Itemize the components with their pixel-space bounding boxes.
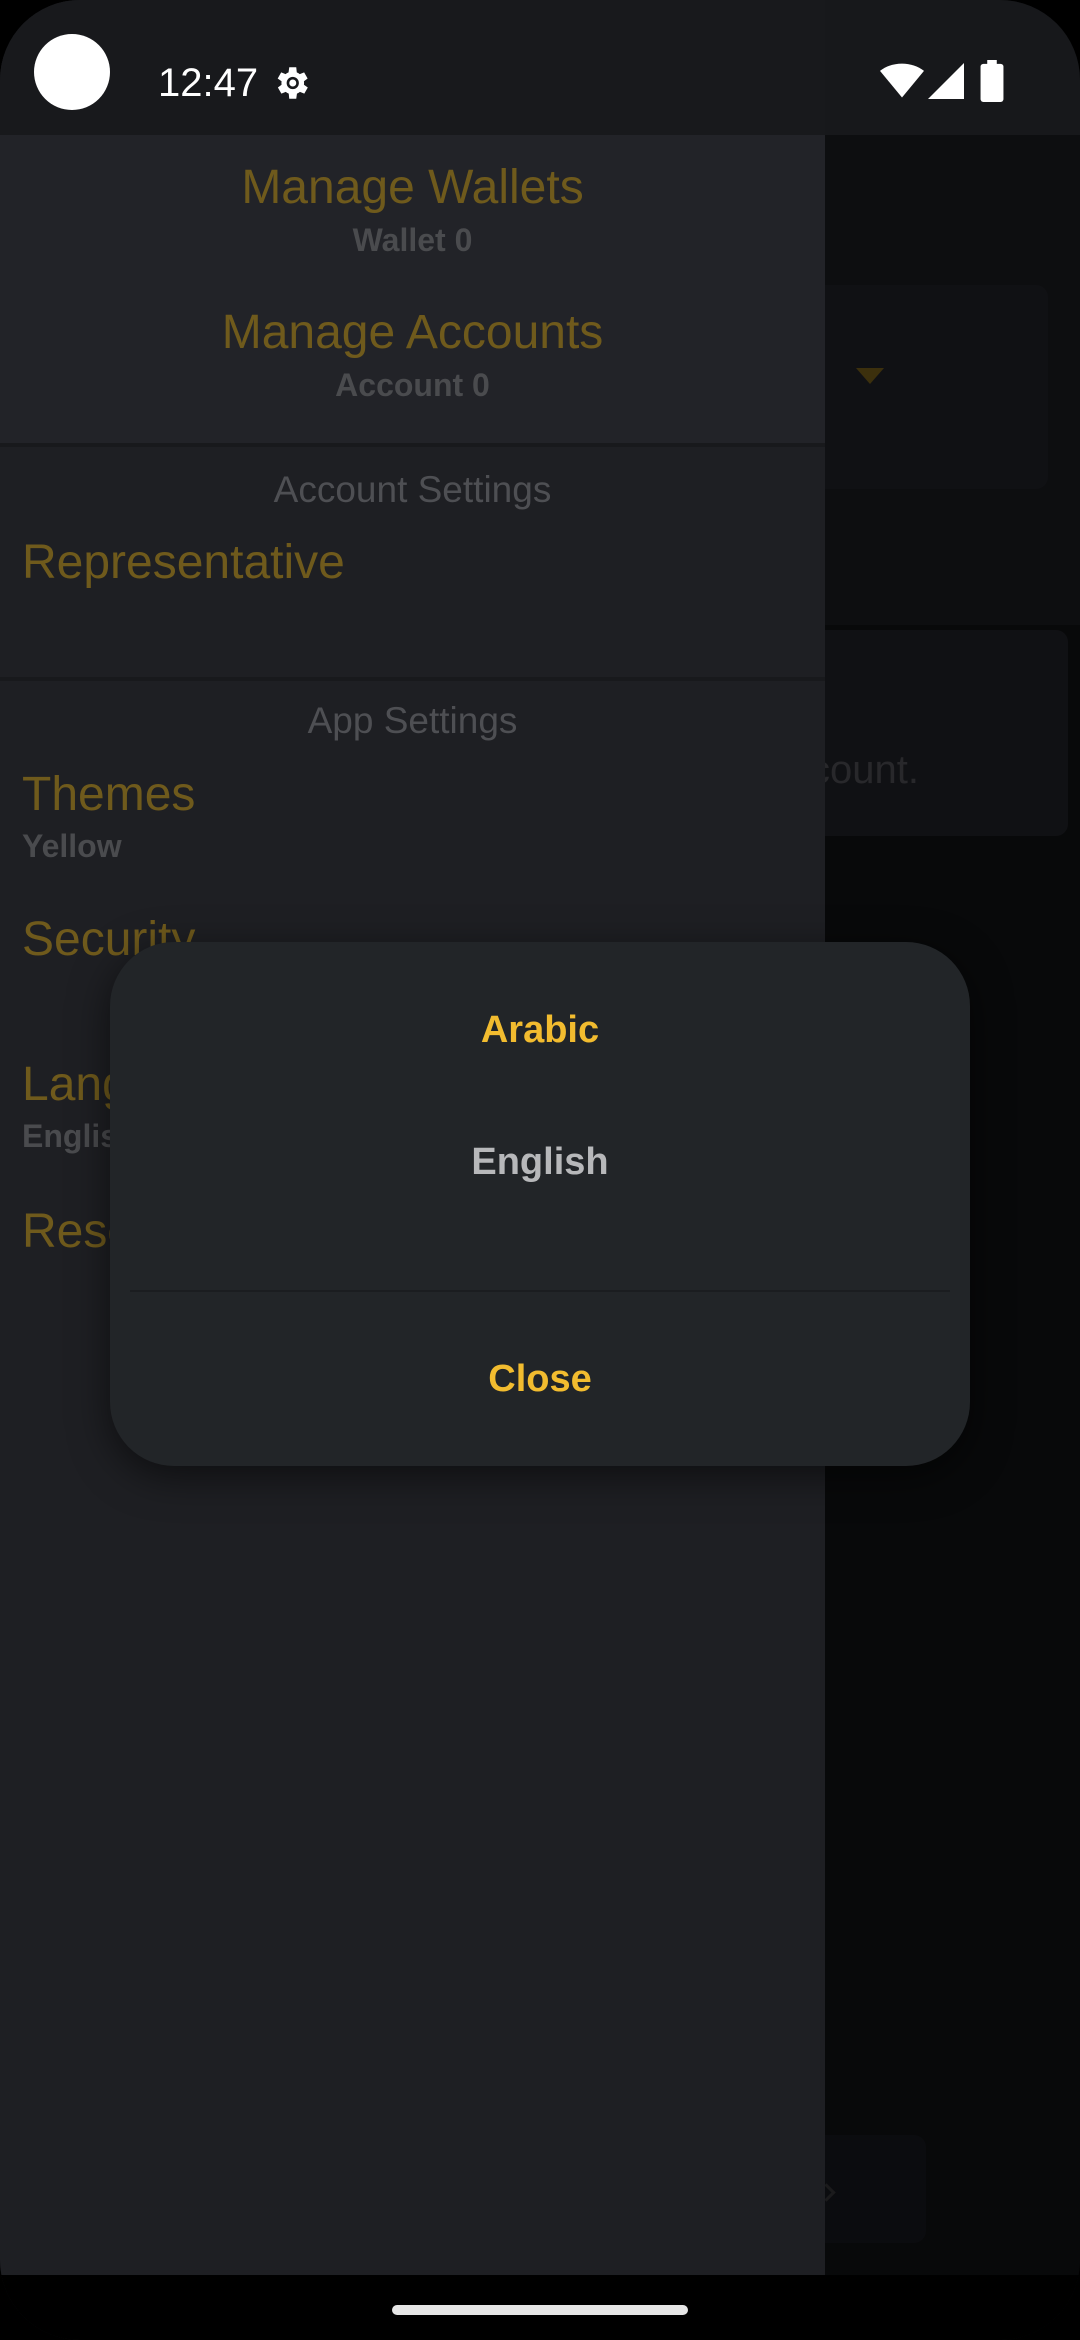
language-option-arabic[interactable]: Arabic bbox=[110, 1006, 970, 1054]
representative-item[interactable]: Representative bbox=[22, 535, 345, 591]
manage-wallets-button[interactable]: Manage Wallets bbox=[0, 160, 825, 216]
status-clock: 12:47 bbox=[158, 61, 259, 105]
wifi-icon bbox=[880, 63, 924, 98]
divider bbox=[0, 677, 825, 681]
themes-item[interactable]: Themes bbox=[22, 767, 195, 823]
status-bar-left bbox=[0, 0, 825, 135]
status-bar: 12:47 bbox=[0, 0, 1080, 135]
cell-signal-icon bbox=[928, 63, 964, 99]
divider bbox=[0, 443, 825, 447]
system-nav-bar bbox=[0, 2275, 1080, 2340]
current-wallet-label: Wallet 0 bbox=[352, 222, 473, 258]
close-button[interactable]: Close bbox=[110, 1292, 970, 1466]
language-option-english[interactable]: English bbox=[110, 1138, 970, 1186]
account-settings-heading: Account Settings bbox=[273, 469, 552, 510]
themes-value: Yellow bbox=[22, 828, 122, 864]
app-settings-heading: App Settings bbox=[307, 700, 518, 741]
home-indicator[interactable] bbox=[392, 2305, 688, 2315]
manage-accounts-button[interactable]: Manage Accounts bbox=[0, 305, 825, 361]
current-account-label: Account 0 bbox=[335, 367, 490, 403]
language-dialog: Arabic English Close bbox=[110, 942, 970, 1466]
gear-icon bbox=[277, 67, 308, 99]
battery-icon bbox=[980, 60, 1004, 102]
camera-cutout bbox=[34, 34, 110, 110]
phone-screen: c ccount. 12:47 Manage Wallets Wallet 0 bbox=[0, 0, 1080, 2340]
